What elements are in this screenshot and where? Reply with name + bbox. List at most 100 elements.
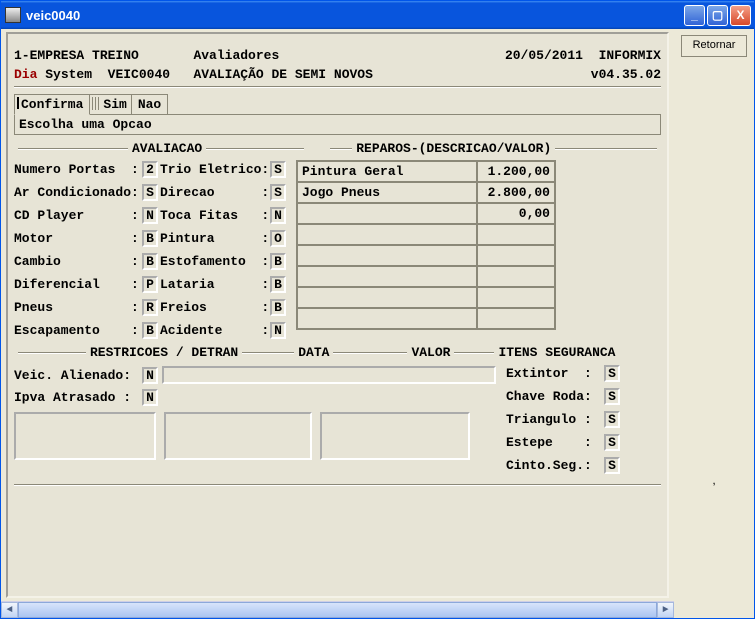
reparos-row[interactable]: [297, 245, 555, 266]
reparo-valor[interactable]: 0,00: [477, 203, 555, 224]
window-title: veic0040: [26, 8, 682, 23]
avaliacao-label: Estofamento :: [160, 254, 270, 269]
reparo-desc[interactable]: [297, 203, 477, 224]
scroll-left-button[interactable]: ◄: [1, 602, 18, 618]
itens-value[interactable]: S: [604, 411, 620, 428]
reparo-valor[interactable]: [477, 308, 555, 329]
avaliacao-label: Toca Fitas :: [160, 208, 270, 223]
reparo-desc[interactable]: [297, 266, 477, 287]
avaliacao-label: Pintura :: [160, 231, 270, 246]
reparo-desc[interactable]: [297, 224, 477, 245]
avaliacao-row: Pneus :R: [14, 298, 158, 316]
reparo-valor[interactable]: 2.800,00: [477, 182, 555, 203]
avaliacao-value[interactable]: B: [270, 253, 286, 270]
avaliacao-value[interactable]: N: [270, 207, 286, 224]
itens-label: Cinto.Seg.:: [506, 458, 604, 473]
avaliacao-value[interactable]: S: [142, 184, 158, 201]
alienado-value[interactable]: N: [142, 367, 158, 384]
avaliacao-value[interactable]: B: [142, 253, 158, 270]
reparo-valor[interactable]: [477, 287, 555, 308]
reparo-desc[interactable]: [297, 308, 477, 329]
avaliacao-row: Trio Eletrico:S: [160, 160, 286, 178]
avaliacao-value[interactable]: R: [142, 299, 158, 316]
avaliacao-value[interactable]: 2: [142, 161, 158, 178]
company-name: 1-EMPRESA TREINO: [14, 48, 139, 63]
detail-box-3[interactable]: [320, 412, 470, 460]
section-itens-title: ITENS SEGURANCA: [498, 345, 615, 360]
itens-value[interactable]: S: [604, 434, 620, 451]
itens-value[interactable]: S: [604, 365, 620, 382]
ipva-label: Ipva Atrasado :: [14, 390, 142, 405]
avaliacao-row: Direcao :S: [160, 183, 286, 201]
scroll-right-button[interactable]: ►: [657, 602, 674, 618]
tab-sim[interactable]: Sim: [89, 94, 131, 115]
reparos-row[interactable]: Jogo Pneus2.800,00: [297, 182, 555, 203]
avaliacao-label: Cambio :: [14, 254, 142, 269]
reparos-row[interactable]: Pintura Geral1.200,00: [297, 161, 555, 182]
close-button[interactable]: X: [730, 5, 751, 26]
maximize-button[interactable]: ▢: [707, 5, 728, 26]
avaliacao-value[interactable]: O: [270, 230, 286, 247]
reparo-valor[interactable]: 1.200,00: [477, 161, 555, 182]
avaliacao-value[interactable]: B: [142, 230, 158, 247]
detail-box-1[interactable]: [14, 412, 156, 460]
tab-nao[interactable]: Nao: [131, 94, 168, 115]
page-title: AVALIAÇÃO DE SEMI NOVOS: [193, 67, 372, 82]
detail-box-2[interactable]: [164, 412, 312, 460]
avaliacao-value[interactable]: S: [270, 184, 286, 201]
reparo-desc[interactable]: Pintura Geral: [297, 161, 477, 182]
avaliacao-label: CD Player :: [14, 208, 142, 223]
horizontal-scrollbar[interactable]: ◄ ►: [1, 601, 674, 618]
main-panel: 1-EMPRESA TREINO Avaliadores 20/05/2011 …: [1, 29, 674, 618]
reparo-valor[interactable]: [477, 266, 555, 287]
reparo-desc[interactable]: Jogo Pneus: [297, 182, 477, 203]
avaliacao-row: Motor :B: [14, 229, 158, 247]
retornar-button[interactable]: Retornar: [681, 35, 747, 57]
section-data-title: DATA: [298, 345, 329, 360]
itens-label: Triangulo :: [506, 412, 604, 427]
minimize-button[interactable]: _: [684, 5, 705, 26]
scroll-thumb[interactable]: [18, 602, 657, 618]
avaliacao-row: Pintura :O: [160, 229, 286, 247]
alienado-text[interactable]: [162, 366, 496, 384]
section-restricoes-title: RESTRICOES / DETRAN: [90, 345, 238, 360]
avaliacao-value[interactable]: S: [270, 161, 286, 178]
client-area: 1-EMPRESA TREINO Avaliadores 20/05/2011 …: [1, 29, 754, 618]
reparos-row[interactable]: 0,00: [297, 203, 555, 224]
app-icon: [5, 7, 21, 23]
avaliacao-value[interactable]: N: [270, 322, 286, 339]
reparo-desc[interactable]: [297, 245, 477, 266]
reparo-valor[interactable]: [477, 224, 555, 245]
avaliacao-value[interactable]: B: [270, 276, 286, 293]
avaliacao-row: Numero Portas :2: [14, 160, 158, 178]
section-avaliacao-title: AVALIACAO: [132, 141, 202, 156]
avaliacao-row: Freios :B: [160, 298, 286, 316]
avaliacao-label: Acidente :: [160, 323, 270, 338]
reparos-row[interactable]: [297, 287, 555, 308]
avaliacao-label: Motor :: [14, 231, 142, 246]
ipva-value[interactable]: N: [142, 389, 158, 406]
reparos-row[interactable]: [297, 266, 555, 287]
itens-row: Cinto.Seg.:S: [506, 456, 661, 474]
itens-row: Triangulo :S: [506, 410, 661, 428]
itens-value[interactable]: S: [604, 457, 620, 474]
tab-confirma[interactable]: Confirma: [14, 94, 90, 115]
reparo-valor[interactable]: [477, 245, 555, 266]
avaliacao-row: Cambio :B: [14, 252, 158, 270]
avaliacao-label: Freios :: [160, 300, 270, 315]
app-window: veic0040 _ ▢ X 1-EMPRESA TREINO Avaliado…: [0, 0, 755, 619]
prompt-text: Escolha uma Opcao: [19, 117, 152, 132]
system-label: System: [45, 67, 92, 82]
avaliacao-value[interactable]: B: [270, 299, 286, 316]
terminal-frame: 1-EMPRESA TREINO Avaliadores 20/05/2011 …: [6, 32, 669, 598]
avaliacao-label: Ar Condicionado:: [14, 185, 142, 200]
avaliacao-value[interactable]: B: [142, 322, 158, 339]
avaliacao-row: Lataria :B: [160, 275, 286, 293]
reparos-row[interactable]: [297, 308, 555, 329]
avaliacao-label: Direcao :: [160, 185, 270, 200]
reparo-desc[interactable]: [297, 287, 477, 308]
itens-value[interactable]: S: [604, 388, 620, 405]
reparos-row[interactable]: [297, 224, 555, 245]
avaliacao-value[interactable]: P: [142, 276, 158, 293]
avaliacao-value[interactable]: N: [142, 207, 158, 224]
